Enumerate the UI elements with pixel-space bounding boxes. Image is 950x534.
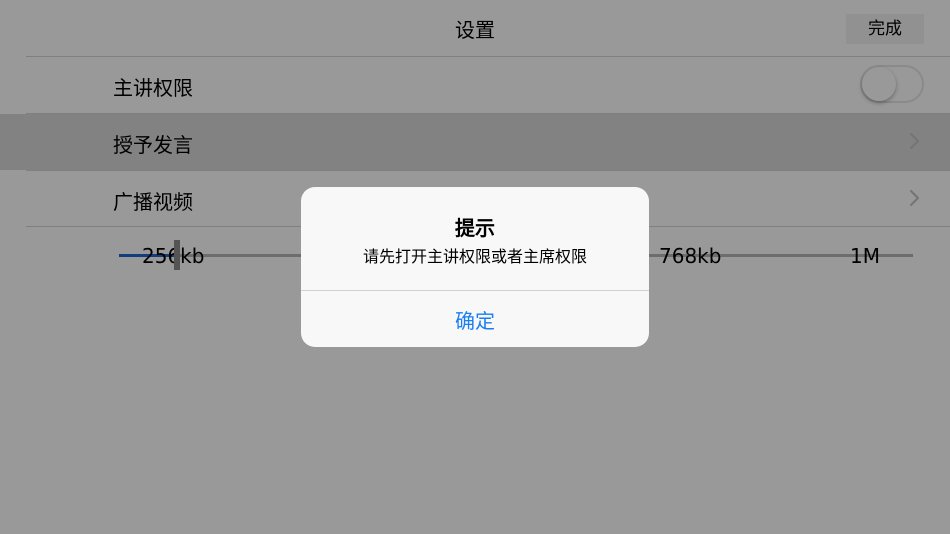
alert-title: 提示 — [455, 216, 495, 240]
settings-screen: 设置 完成 主讲权限 授予发言 广播视频 256kb 512kb 768kb 1… — [0, 0, 950, 534]
confirm-button[interactable]: 确定 — [301, 291, 649, 347]
alert-dialog: 提示 请先打开主讲权限或者主席权限 确定 — [301, 187, 649, 347]
alert-message: 请先打开主讲权限或者主席权限 — [362, 247, 587, 266]
